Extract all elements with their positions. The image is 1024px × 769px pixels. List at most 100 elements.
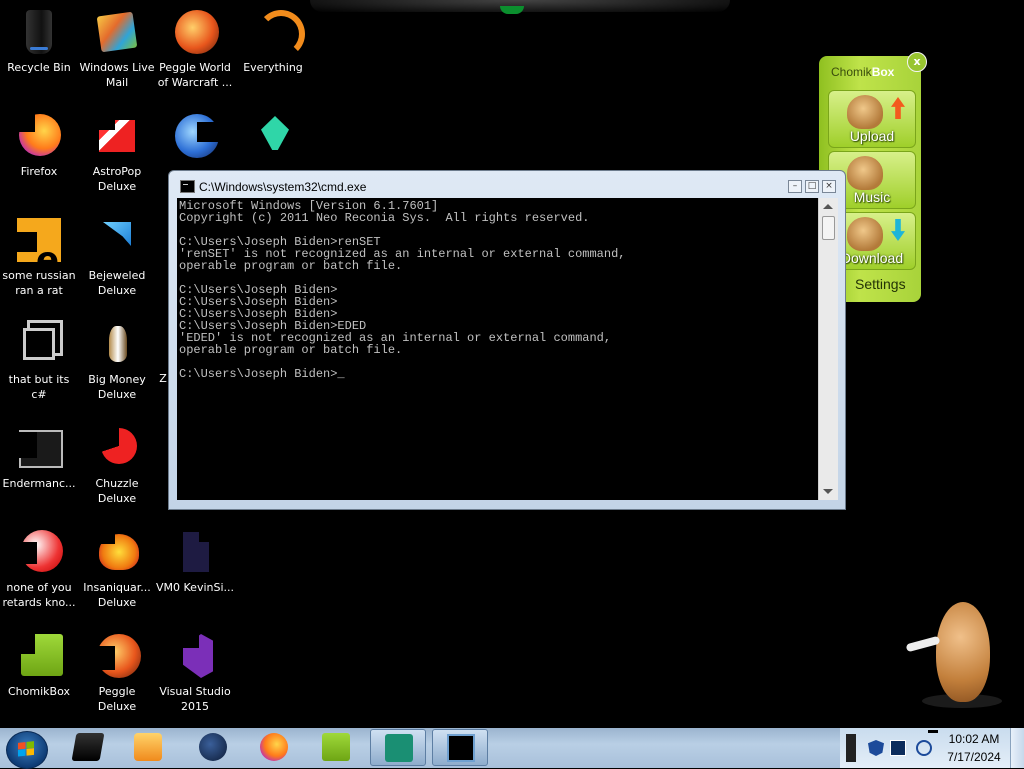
taskbar-app-2[interactable] (120, 729, 176, 766)
desktop-icon-chuzzle[interactable]: Chuzzle Deluxe (78, 424, 156, 506)
insaniquarium-icon (93, 528, 141, 576)
cmd-icon (180, 180, 195, 193)
chomikbox-icon (15, 632, 63, 680)
recycle-bin-icon (15, 8, 63, 56)
desktop-icon-label: none of you retards kno... (2, 581, 76, 609)
desktop-icon-peggle-wow[interactable]: Peggle World of Warcraft ... (156, 8, 234, 90)
hamster-body (936, 602, 990, 702)
tray-flag-icon (928, 730, 938, 733)
green-app-icon (385, 734, 413, 762)
green-app-icon (249, 112, 297, 160)
desktop-icon-label: that but its c# (8, 373, 70, 401)
cmd-console[interactable]: Microsoft Windows [Version 6.1.7601] Cop… (177, 198, 818, 500)
desktop-icon-vm0[interactable]: VM0 KevinSi... (156, 528, 234, 595)
show-desktop-button[interactable] (1010, 728, 1024, 768)
maximize-button[interactable]: □ (805, 180, 819, 193)
clock-time[interactable]: 10:02 AM (948, 732, 1000, 746)
start-button[interactable] (6, 731, 48, 769)
shortcut-icon (15, 320, 63, 368)
desktop-icon-label: Recycle Bin (7, 61, 71, 74)
tray-overflow-icon[interactable] (846, 734, 856, 762)
desktop-icon-windows-live-mail[interactable]: Windows Live Mail (78, 8, 156, 90)
monitor-icon (71, 733, 105, 761)
cmd-icon (447, 734, 475, 762)
big-money-icon (93, 320, 141, 368)
desktop-icon-peggle-deluxe[interactable]: Peggle Deluxe (78, 632, 156, 714)
taskbar-app-1[interactable] (60, 729, 116, 766)
download-arrow-icon (891, 219, 905, 241)
desktop-icon-chomikbox[interactable]: ChomikBox (0, 632, 78, 699)
cmd-window-title: C:\Windows\system32\cmd.exe (199, 180, 367, 194)
desktop-icon-rat[interactable]: some russian ran a rat (0, 216, 78, 298)
desktop-icon-label: VM0 KevinSi... (156, 581, 235, 594)
desktop-icon-visual-studio[interactable]: Visual Studio 2015 (156, 632, 234, 714)
chomikbox-title: ChomikBox (831, 65, 895, 79)
everything-icon (249, 8, 305, 58)
desktop-icon-label: AstroPop Deluxe (92, 165, 142, 193)
red-ball-icon (15, 528, 63, 576)
desktop-icon-label: Chuzzle Deluxe (95, 477, 139, 505)
media-player-icon (134, 733, 162, 761)
desktop-icon-bejeweled[interactable]: Bejeweled Deluxe (78, 216, 156, 298)
desktop-icon-big-money[interactable]: Big Money Deluxe (78, 320, 156, 402)
scroll-thumb[interactable] (822, 216, 835, 240)
chomikbox-close-button[interactable]: x (907, 52, 927, 72)
chomikbox-upload-button[interactable]: Upload (828, 90, 916, 148)
visual-studio-icon (171, 632, 219, 680)
hamster-headphones-icon (847, 156, 883, 190)
clock-date[interactable]: 7/17/2024 (944, 750, 1004, 764)
desktop-icon-recycle-bin[interactable]: Recycle Bin (0, 8, 78, 75)
cmd-window[interactable]: C:\Windows\system32\cmd.exe – □ × Micros… (168, 170, 846, 510)
desktop-icon-label: Insaniquar... Deluxe (83, 581, 151, 609)
vertical-scrollbar[interactable] (818, 198, 838, 500)
desktop-icon-firefox[interactable]: Firefox (0, 112, 78, 179)
desktop-icon-keepass[interactable] (234, 112, 312, 164)
desktop-icon-peggle-nights[interactable] (156, 112, 234, 164)
close-button[interactable]: × (822, 180, 836, 193)
scroll-down-arrow-icon[interactable] (823, 489, 833, 494)
chomikbox-settings-link[interactable]: Settings (855, 276, 906, 292)
windows-live-mail-icon (93, 8, 141, 56)
volume-icon[interactable] (916, 740, 932, 756)
upload-label: Upload (849, 128, 895, 144)
desktop-icon-label: Windows Live Mail (79, 61, 155, 89)
desktop-icon-label: ChomikBox (8, 685, 70, 698)
network-icon[interactable] (890, 740, 906, 756)
peggle-deluxe-icon (93, 632, 141, 680)
desktop-icon-label: Visual Studio 2015 (159, 685, 231, 713)
taskbar-app-7[interactable] (432, 729, 488, 766)
desktop-icon-insaniquarium[interactable]: Insaniquar... Deluxe (78, 528, 156, 610)
desktop-icon-red-ball[interactable]: none of you retards kno... (0, 528, 78, 610)
desktop-icon-label: Everything (243, 61, 303, 74)
desktop-icon-label: Peggle World of Warcraft ... (157, 61, 233, 89)
scroll-up-arrow-icon[interactable] (823, 204, 833, 209)
windows-logo-icon (18, 741, 34, 757)
taskbar-app-5[interactable] (308, 729, 364, 766)
desktop-icon-endermanch[interactable]: Endermanc... (0, 424, 78, 491)
desktop-icon-astropop[interactable]: AstroPop Deluxe (78, 112, 156, 194)
desktop-icon-label: Big Money Deluxe (88, 373, 146, 401)
endermanch-icon (15, 424, 63, 472)
shield-icon[interactable] (868, 740, 884, 756)
top-indicator-led (500, 6, 524, 14)
desktop-icon-that-but-its-csharp[interactable]: that but its c# (0, 320, 78, 402)
minimize-button[interactable]: – (788, 180, 802, 193)
taskbar-app-3[interactable] (185, 729, 241, 766)
chomikbox-icon (322, 733, 350, 761)
taskbar-app-6[interactable] (370, 729, 426, 766)
peggle-nights-icon (171, 112, 219, 160)
firefox-icon (260, 733, 288, 761)
desktop-icon-label: Endermanc... (2, 477, 76, 490)
hamster-icon (847, 217, 883, 251)
desktop-icon-everything[interactable]: Everything (234, 8, 312, 75)
peggle-wow-icon (171, 8, 219, 56)
desktop-icon-label: Firefox (20, 165, 58, 178)
rat-folder-icon (15, 216, 63, 268)
chuzzle-icon (93, 424, 141, 472)
taskbar-app-4[interactable] (246, 729, 302, 766)
taskbar: 10:02 AM 7/17/2024 (0, 728, 1024, 769)
astropop-icon (93, 112, 141, 160)
hamster-mascot[interactable] (905, 600, 1006, 710)
firefox-icon (15, 112, 63, 160)
vm0-icon (171, 528, 219, 576)
